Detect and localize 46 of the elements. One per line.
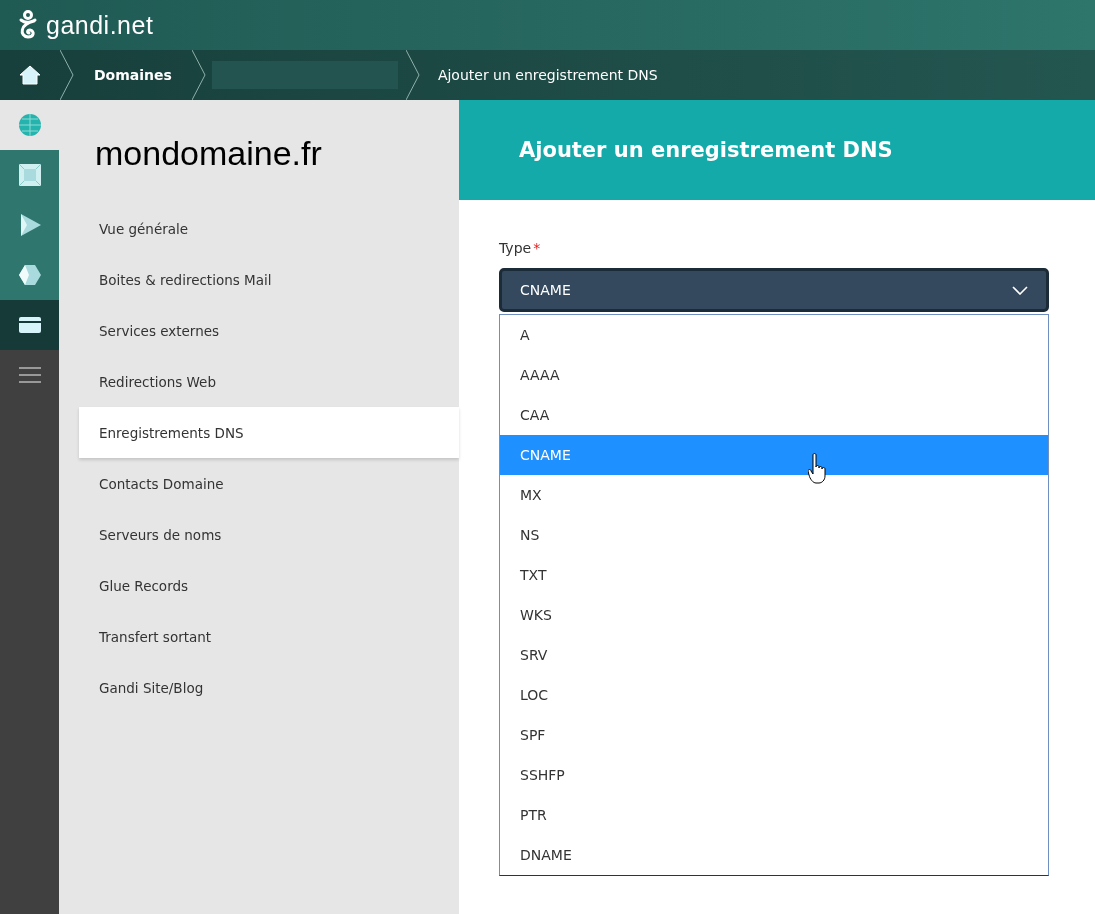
cube-icon [18,265,41,285]
hand-cursor-icon [808,453,828,485]
sidebar-item[interactable]: Transfert sortant [59,611,459,662]
dropdown-option[interactable]: PTR [500,795,1048,835]
globe-icon [17,113,42,137]
sidebar-item[interactable]: Contacts Domaine [59,458,459,509]
panel-title: Ajouter un enregistrement DNS [519,138,893,162]
dropdown-option[interactable]: MX [500,475,1048,515]
dropdown-option[interactable]: DNAME [500,835,1048,875]
required-mark: * [533,240,541,256]
dropdown-option[interactable]: SPF [500,715,1048,755]
breadcrumb-separator-icon [405,50,420,100]
field-label: Type [499,240,532,256]
dropdown-option[interactable]: SSHFP [500,755,1048,795]
breadcrumb-separator-icon [60,50,74,100]
card-icon [18,317,41,333]
type-dropdown[interactable]: CNAME [499,268,1049,312]
play-icon [18,214,41,236]
dropdown-option[interactable]: TXT [500,555,1048,595]
dropdown-option[interactable]: WKS [500,595,1048,635]
breadcrumb-separator-icon [191,50,206,100]
sidebar-item[interactable]: Enregistrements DNS [79,407,459,458]
logo-icon [18,10,38,40]
rail-item[interactable] [0,300,59,350]
dropdown-option[interactable]: NS [500,515,1048,555]
sidebar-item[interactable]: Vue générale [59,203,459,254]
dropdown-option[interactable]: AAAA [500,355,1048,395]
menu-icon [18,366,41,384]
home-icon[interactable] [19,65,41,85]
sidebar-item[interactable]: Glue Records [59,560,459,611]
logo-text[interactable]: gandi.net [46,10,154,40]
dropdown-option[interactable]: A [500,315,1048,355]
breadcrumb-link[interactable]: Domaines [74,50,192,100]
dropdown-option[interactable]: SRV [500,635,1048,675]
sidebar-item[interactable]: Redirections Web [59,356,459,407]
chevron-icon [1012,285,1028,295]
sidebar-item[interactable]: Gandi Site/Blog [59,662,459,713]
dropdown-option[interactable]: CAA [500,395,1048,435]
square-icon [18,164,41,186]
sidebar-item[interactable]: Boites & redirections Mail [59,254,459,305]
sidebar-item[interactable]: Services externes [59,305,459,356]
rail-item[interactable] [0,250,59,300]
domain-title: mondomaine.fr [95,134,322,173]
breadcrumb-current: Ajouter un enregistrement DNS [436,66,658,85]
sidebar-item[interactable]: Serveurs de noms [59,509,459,560]
dropdown-option[interactable]: LOC [500,675,1048,715]
